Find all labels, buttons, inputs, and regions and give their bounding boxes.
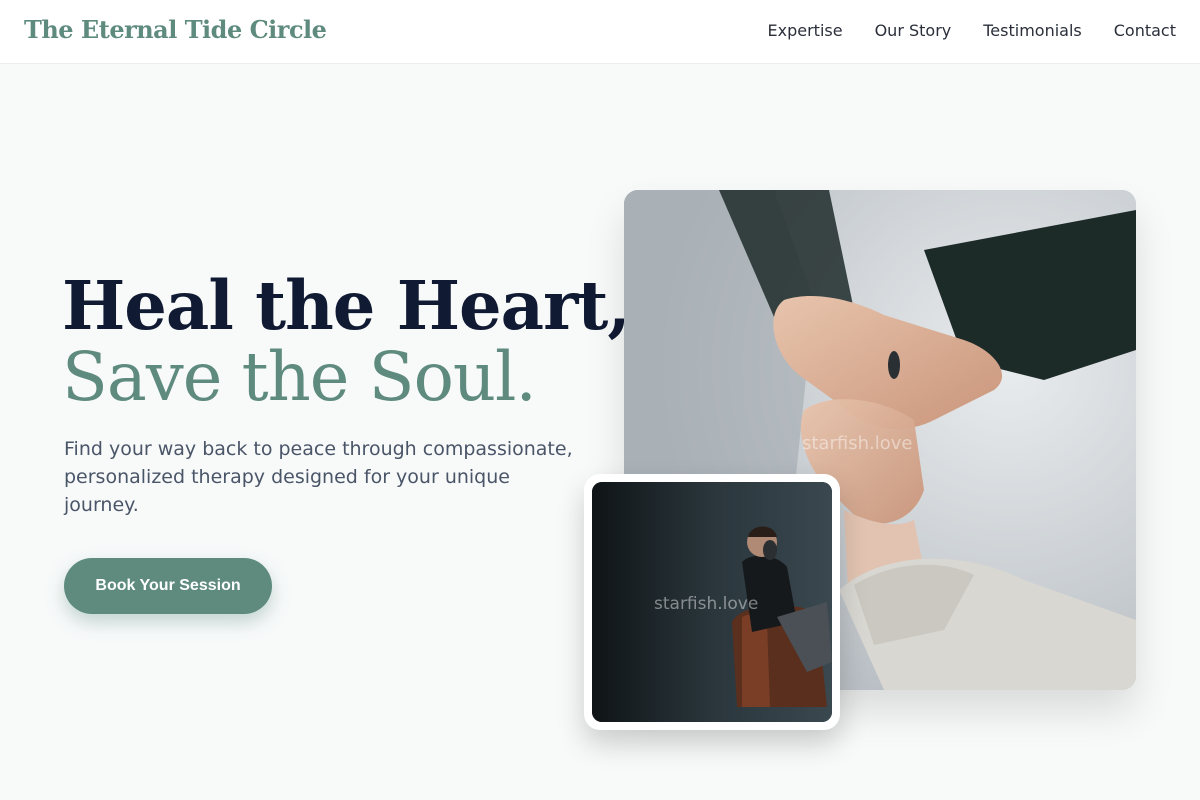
site-header: The Eternal Tide Circle Expertise Our St… [0, 0, 1200, 64]
hero-title-line-1: Heal the Heart, [62, 266, 631, 345]
hero-subtitle: Find your way back to peace through comp… [64, 438, 573, 516]
main-nav: Expertise Our Story Testimonials Contact [768, 21, 1176, 40]
inset-photo-watermark: starfish.love [654, 594, 759, 614]
site-logo[interactable]: The Eternal Tide Circle [24, 15, 327, 44]
hero-title-line-2: Save the Soul. [62, 338, 537, 416]
book-session-button[interactable]: Book Your Session [64, 558, 272, 614]
nav-link-testimonials[interactable]: Testimonials [983, 21, 1082, 40]
inset-photo-card: starfish.love [584, 474, 840, 730]
inset-photo-man-in-chair: starfish.love [592, 482, 832, 722]
main-photo-watermark: starfish.love [802, 433, 913, 454]
nav-link-expertise[interactable]: Expertise [768, 21, 843, 40]
nav-link-our-story[interactable]: Our Story [875, 21, 952, 40]
nav-link-contact[interactable]: Contact [1114, 21, 1176, 40]
